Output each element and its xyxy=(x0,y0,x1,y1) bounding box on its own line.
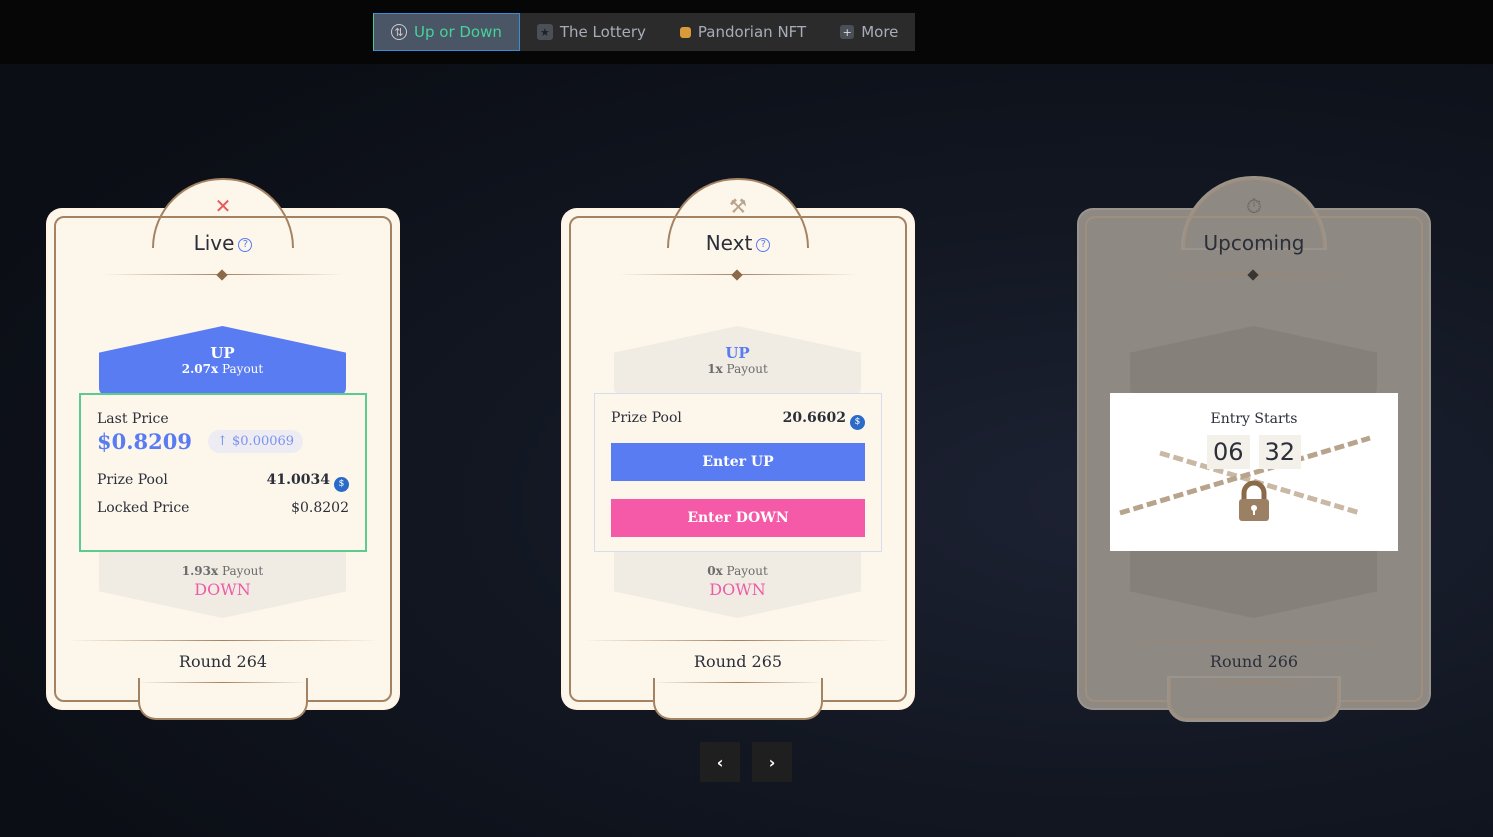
down-payout: 1.93x xyxy=(181,564,219,578)
plus-icon: + xyxy=(840,25,855,39)
last-price: $0.8209 xyxy=(97,429,192,454)
live-price-box: Last Price $0.8209 ↑ $0.00069 Prize Pool… xyxy=(79,393,367,552)
next-round-button[interactable]: › xyxy=(752,742,792,782)
tab-label: More xyxy=(861,23,899,41)
usdc-icon: $ xyxy=(850,415,865,430)
tab-more[interactable]: + More xyxy=(823,13,915,51)
round-number: Round 266 xyxy=(1209,652,1299,671)
prize-pool-label: Prize Pool xyxy=(611,410,682,426)
nav-tabs: ⇅ Up or Down ★ The Lottery Pandorian NFT +… xyxy=(373,13,916,51)
swords-icon: ✕ xyxy=(214,194,232,218)
down-label: DOWN xyxy=(194,580,251,599)
countdown-minutes: 06 xyxy=(1206,435,1250,469)
price-change-badge: ↑ $0.00069 xyxy=(207,430,304,453)
help-icon[interactable]: ? xyxy=(238,238,253,252)
prize-pool-value: 20.6602 xyxy=(782,410,846,426)
nft-icon xyxy=(679,26,691,38)
prev-round-button[interactable]: ‹ xyxy=(700,742,740,782)
down-label: DOWN xyxy=(709,580,766,599)
lottery-icon: ★ xyxy=(536,24,553,40)
round-number: Round 265 xyxy=(693,652,783,671)
enter-up-button[interactable]: Enter UP xyxy=(611,443,865,481)
locked-price-label: Locked Price xyxy=(97,500,190,516)
next-round-card: ⚒ Next? UP 1x Payout 0x Payout DOWN Prize … xyxy=(563,178,913,722)
tab-label: The Lottery xyxy=(559,23,646,41)
tab-label: Up or Down xyxy=(414,23,502,41)
prize-pool-value: 41.0034 xyxy=(266,472,330,488)
timer-icon: ⏱ xyxy=(1246,194,1262,218)
up-down-icon: ⇅ xyxy=(391,24,407,40)
enter-down-button[interactable]: Enter DOWN xyxy=(611,499,865,537)
locked-price-value: $0.8202 xyxy=(291,500,349,516)
round-number: Round 264 xyxy=(178,652,268,671)
usdc-icon: $ xyxy=(334,477,349,492)
tab-label: Pandorian NFT xyxy=(697,23,807,41)
tab-the-lottery[interactable]: ★ The Lottery xyxy=(520,13,663,51)
live-round-card: ✕ Live? UP 2.07x Payout 1.93x Payout DOWN … xyxy=(48,178,398,722)
card-title: Live? xyxy=(48,231,398,255)
chevron-left-icon: ‹ xyxy=(716,752,724,772)
down-payout: 0x xyxy=(707,564,723,578)
card-title: Upcoming xyxy=(1203,231,1305,255)
last-price-label: Last Price xyxy=(97,411,169,427)
upcoming-round-card: ⏱ Upcoming Entry Starts 06 32 Round 266 xyxy=(1079,178,1429,722)
help-icon[interactable]: ? xyxy=(756,238,771,252)
tab-pandorian-nft[interactable]: Pandorian NFT xyxy=(663,13,823,51)
card-title: Next? xyxy=(563,231,913,255)
tab-up-or-down[interactable]: ⇅ Up or Down xyxy=(373,13,520,51)
up-payout: 2.07x xyxy=(181,362,219,376)
up-payout: 1x xyxy=(707,362,723,376)
up-label: UP xyxy=(210,344,235,362)
entry-countdown-box: Entry Starts 06 32 xyxy=(1110,393,1398,551)
up-label: UP xyxy=(725,344,750,362)
prize-pool-label: Prize Pool xyxy=(97,472,168,488)
hammer-icon: ⚒ xyxy=(729,194,747,218)
countdown-seconds: 32 xyxy=(1258,435,1302,469)
entry-box: Prize Pool 20.6602 $ Enter UP Enter DOWN xyxy=(594,393,882,552)
chevron-right-icon: › xyxy=(768,752,776,772)
entry-starts-label: Entry Starts xyxy=(1210,411,1298,427)
